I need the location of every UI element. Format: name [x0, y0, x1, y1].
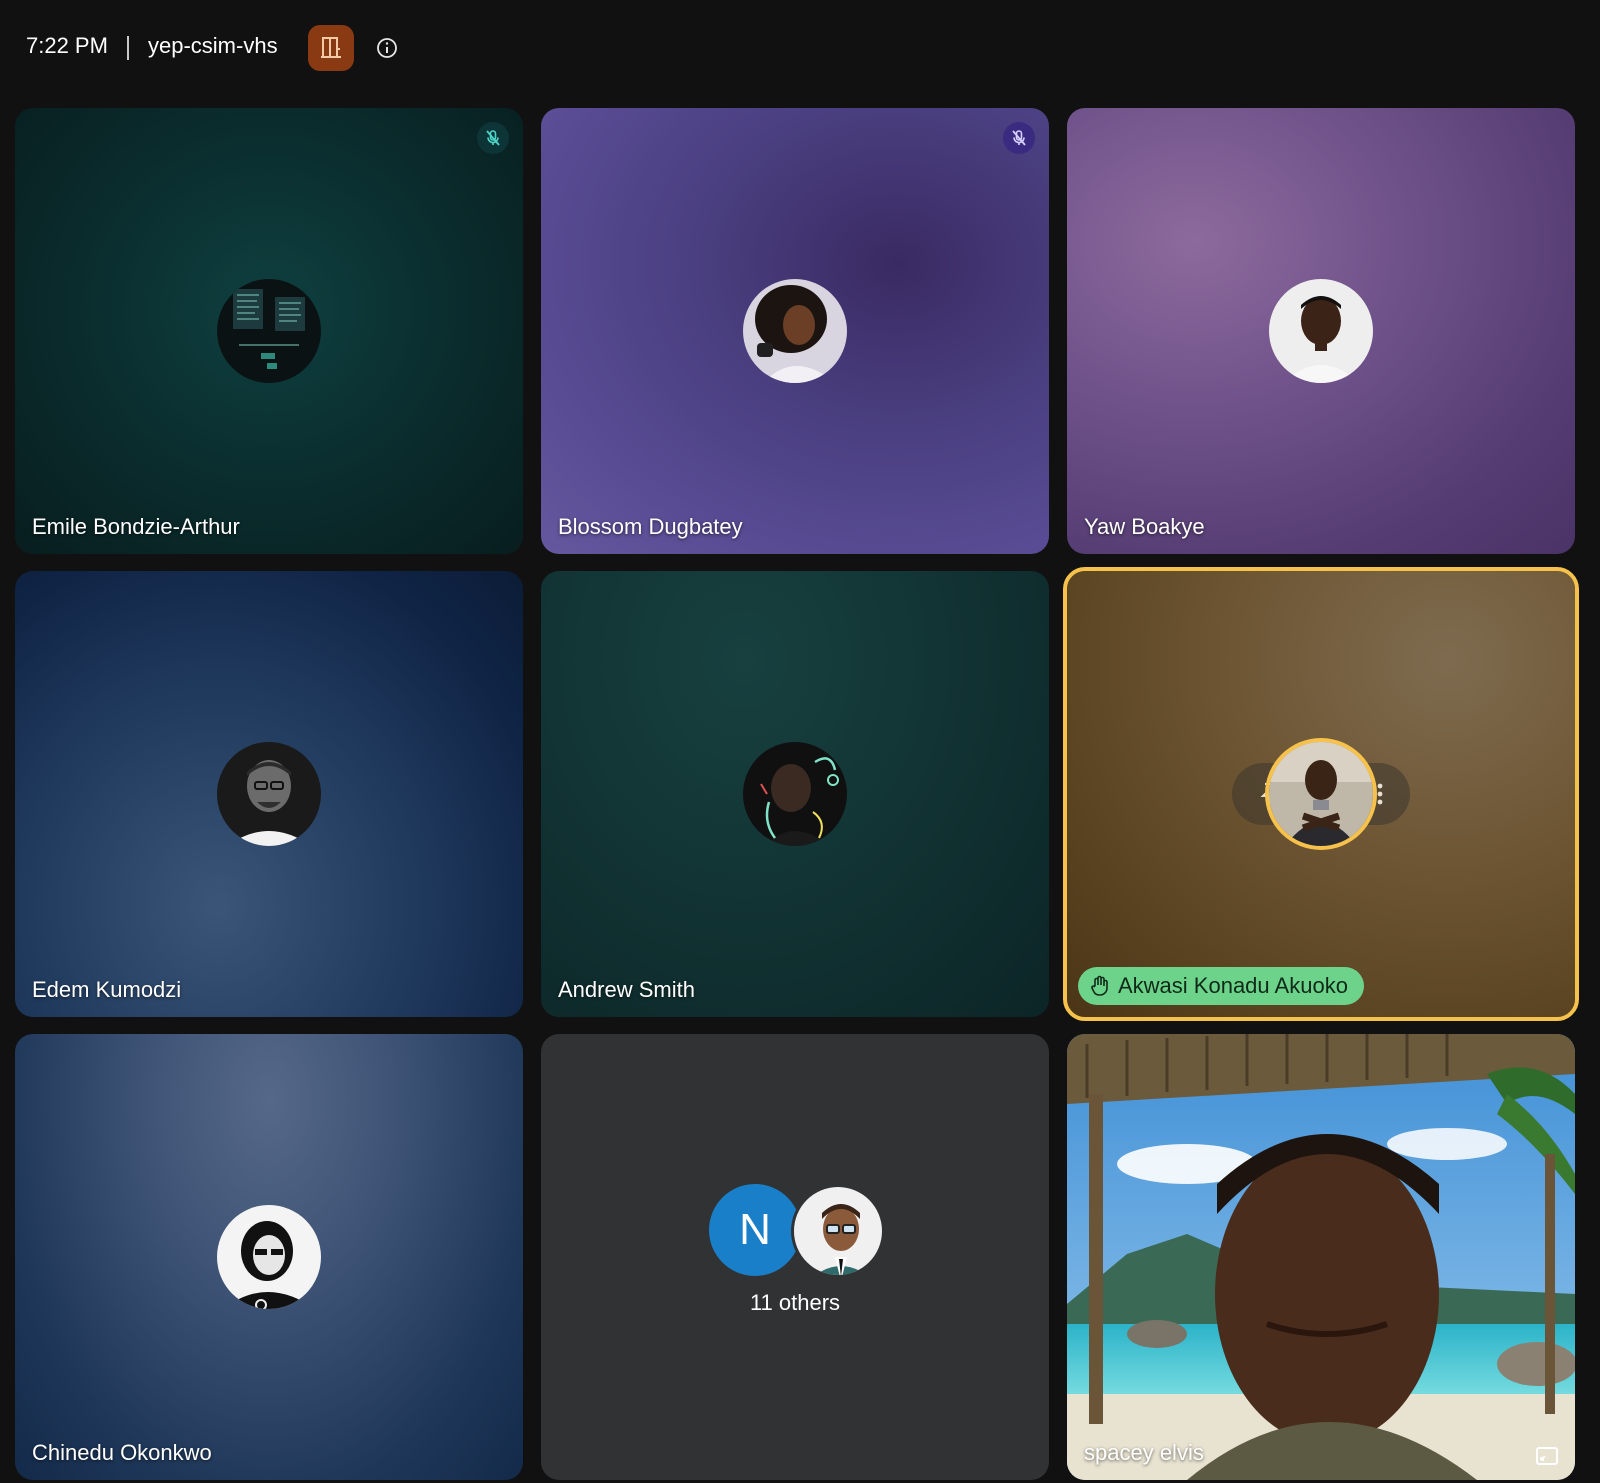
muted-indicator [1003, 122, 1035, 154]
meeting-code: yep-csim-vhs [148, 33, 278, 58]
video-feed [1067, 1034, 1575, 1480]
picture-in-picture-icon [1536, 1447, 1558, 1465]
participant-name: Andrew Smith [558, 977, 695, 1002]
avatar [1269, 742, 1373, 846]
muted-indicator [477, 122, 509, 154]
participant-name: Blossom Dugbatey [558, 514, 743, 539]
participant-tile[interactable]: Blossom Dugbatey [541, 108, 1049, 554]
info-icon [377, 38, 397, 58]
avatar [791, 1184, 885, 1278]
others-tile[interactable]: N 11 others [541, 1034, 1049, 1480]
avatar [743, 279, 847, 383]
more-vert-icon [1377, 783, 1383, 805]
participant-tile[interactable]: Andrew Smith [541, 571, 1049, 1017]
participant-tile[interactable]: Edem Kumodzi [15, 571, 523, 1017]
participant-tile[interactable]: Chinedu Okonkwo [15, 1034, 523, 1480]
participant-tile[interactable]: Yaw Boakye [1067, 108, 1575, 554]
others-count: 11 others [749, 1290, 841, 1315]
avatar-initial: N [709, 1184, 801, 1276]
door-icon [321, 37, 341, 58]
mic-off-icon [1012, 130, 1026, 146]
header-divider [127, 36, 129, 60]
others-avatar-stack: N [709, 1184, 889, 1278]
participant-tile-video[interactable]: spacey elvis [1067, 1034, 1575, 1480]
avatar [217, 742, 321, 846]
raised-hand-badge: Akwasi Konadu Akuoko [1078, 967, 1364, 1005]
participant-tile[interactable]: Emile Bondzie-Arthur [15, 108, 523, 554]
raised-hand-icon [1091, 975, 1108, 996]
avatar [1269, 279, 1373, 383]
participant-name: Yaw Boakye [1084, 514, 1205, 539]
expand-tile-button[interactable] [1533, 1444, 1561, 1468]
participant-name: Edem Kumodzi [32, 977, 182, 1002]
avatar [217, 1205, 321, 1309]
participant-tile-active[interactable]: Akwasi Konadu Akuoko [1067, 571, 1575, 1017]
mic-off-icon [486, 130, 500, 146]
participant-name: Chinedu Okonkwo [32, 1440, 212, 1465]
meeting-info-button[interactable] [372, 33, 402, 63]
meeting-time: 7:22 PM [26, 33, 108, 58]
participant-name: spacey elvis [1084, 1440, 1204, 1465]
participant-name: Akwasi Konadu Akuoko [1118, 973, 1348, 998]
avatar [217, 279, 321, 383]
breakout-room-button[interactable] [308, 25, 354, 71]
avatar [743, 742, 847, 846]
meeting-header: 7:22 PM yep-csim-vhs [0, 0, 1600, 96]
participant-name: Emile Bondzie-Arthur [32, 514, 240, 539]
